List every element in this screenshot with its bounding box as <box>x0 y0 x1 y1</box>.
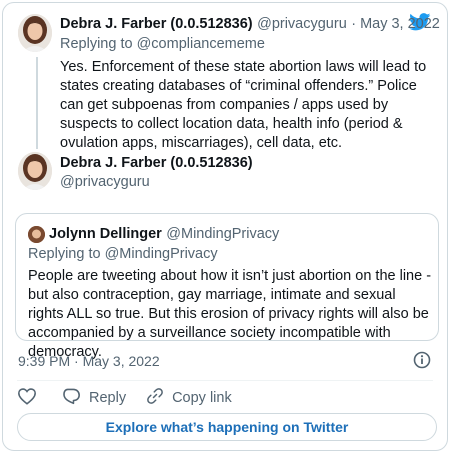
author-handle[interactable]: @privacyguru <box>60 174 150 190</box>
tweet-timestamp[interactable]: 9:39 PM · May 3, 2022 <box>18 353 160 369</box>
divider <box>17 380 433 381</box>
author-handle[interactable]: @privacyguru <box>257 16 347 32</box>
replying-to-handle: @MindingPrivacy <box>104 246 218 262</box>
tweet-date[interactable]: · May 3, 2022 <box>351 16 440 32</box>
copy-link-button[interactable]: Copy link <box>146 387 232 409</box>
reply-button[interactable]: Reply <box>61 387 126 409</box>
tweet-actions: Reply Copy link <box>17 387 232 409</box>
like-button[interactable] <box>17 387 37 409</box>
replying-to-prefix: Replying to <box>28 246 101 262</box>
reply-tweet-text: Yes. Enforcement of these state abortion… <box>60 59 427 151</box>
replying-to: Replying to @compliancememe <box>60 36 265 52</box>
replying-to-prefix: Replying to <box>60 36 133 52</box>
thread-connector-line <box>36 57 38 149</box>
explore-twitter-button[interactable]: Explore what’s happening on Twitter <box>17 413 437 441</box>
quoted-replying-to: Replying to @MindingPrivacy <box>28 246 218 262</box>
link-icon <box>146 387 164 409</box>
quoted-tweet-header: Jolynn Dellinger @MindingPrivacy <box>49 225 279 243</box>
copy-link-label: Copy link <box>172 390 232 406</box>
info-icon[interactable] <box>413 351 431 374</box>
embedded-tweet-card: Debra J. Farber (0.0.512836) @privacygur… <box>2 2 448 451</box>
reply-tweet-header: Debra J. Farber (0.0.512836) @privacygur… <box>60 15 440 33</box>
replying-to-handle[interactable]: @compliancememe <box>137 36 265 52</box>
heart-icon <box>17 387 37 409</box>
author-avatar[interactable] <box>18 14 52 52</box>
quoted-author-handle: @MindingPrivacy <box>166 226 280 242</box>
quoted-author-name: Jolynn Dellinger <box>49 226 162 242</box>
quoted-tweet[interactable]: Jolynn Dellinger @MindingPrivacy Replyin… <box>15 213 439 360</box>
speech-bubble-icon <box>61 387 81 409</box>
author-avatar[interactable] <box>18 152 52 190</box>
quoted-author-avatar <box>28 226 45 243</box>
author-name[interactable]: Debra J. Farber (0.0.512836) <box>60 155 253 171</box>
reply-label: Reply <box>89 390 127 406</box>
quoted-tweet-text: People are tweeting about how it isn’t j… <box>28 268 432 360</box>
author-name[interactable]: Debra J. Farber (0.0.512836) <box>60 16 253 32</box>
